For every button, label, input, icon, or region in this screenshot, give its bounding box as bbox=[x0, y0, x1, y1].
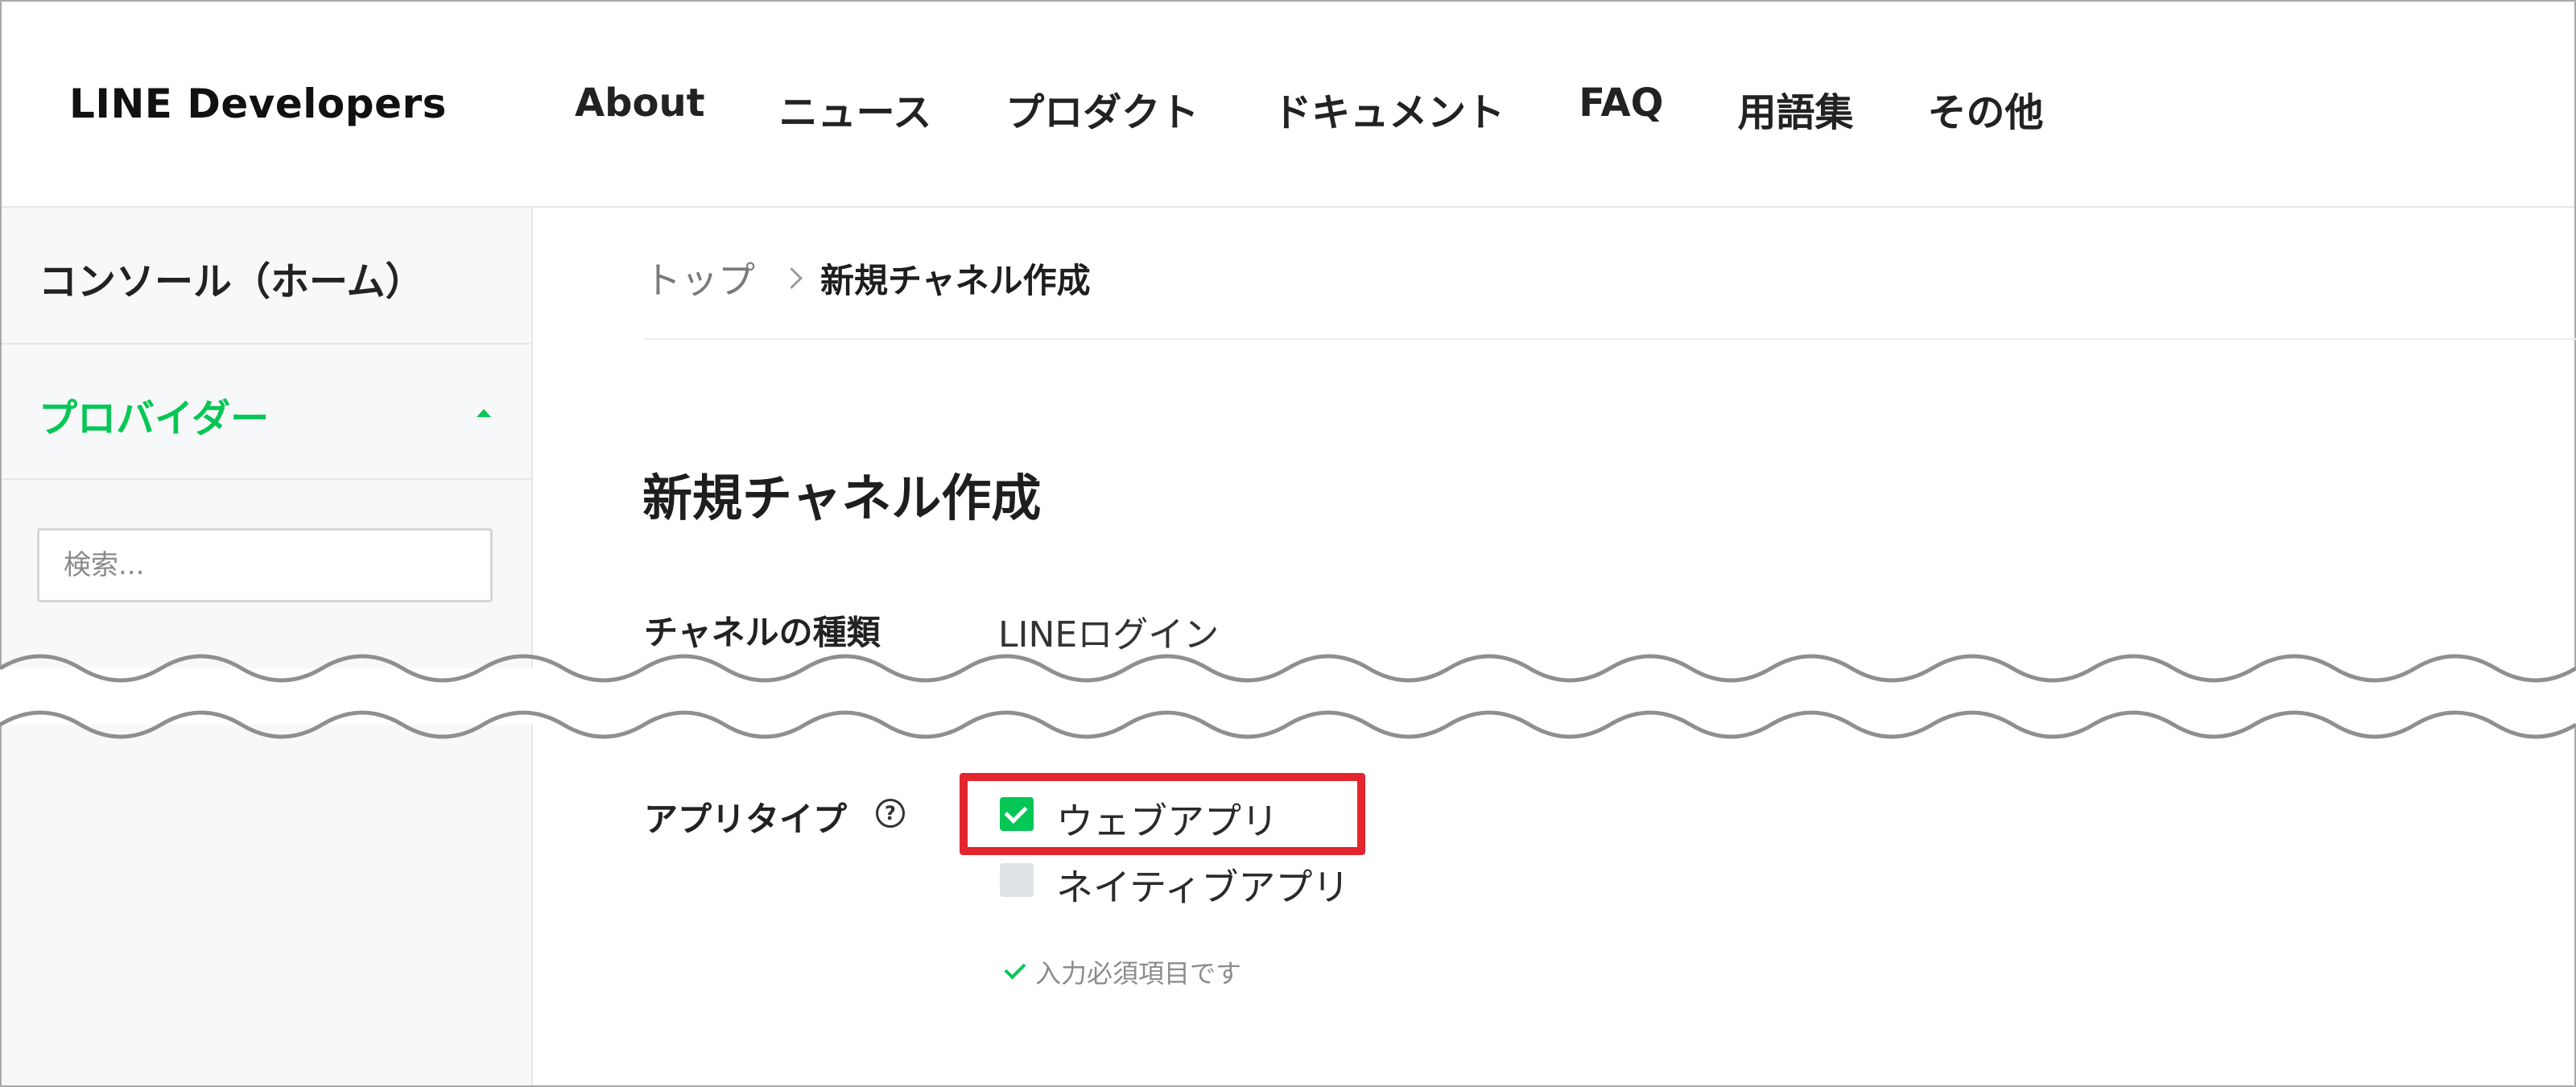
native-app-option-label[interactable]: ネイティブアプリ bbox=[1056, 858, 1349, 911]
web-app-checkbox[interactable] bbox=[1000, 797, 1034, 831]
nav-documents[interactable]: ドキュメント bbox=[1273, 81, 1505, 137]
wavy-cut-divider bbox=[0, 654, 2576, 739]
required-note-text: 入力必須項目です bbox=[1035, 958, 1242, 989]
sidebar-item-provider[interactable]: プロバイダー bbox=[2, 345, 531, 480]
top-header: LINE Developers About ニュース プロダクト ドキュメント … bbox=[2, 2, 2574, 208]
chevron-right-icon bbox=[781, 267, 803, 289]
breadcrumb: トップ 新規チャネル作成 bbox=[644, 251, 1091, 304]
page-title: 新規チャネル作成 bbox=[642, 469, 1042, 527]
sidebar-search-input[interactable] bbox=[37, 528, 493, 602]
breadcrumb-top-link[interactable]: トップ bbox=[644, 251, 755, 304]
nav-faq[interactable]: FAQ bbox=[1579, 81, 1663, 137]
nav-news[interactable]: ニュース bbox=[779, 81, 932, 137]
sidebar-item-console-home[interactable]: コンソール（ホーム） bbox=[2, 208, 531, 345]
sidebar-item-label: プロバイダー bbox=[39, 396, 270, 441]
sidebar-item-label: コンソール（ホーム） bbox=[39, 259, 424, 304]
nav-products[interactable]: プロダクト bbox=[1005, 81, 1199, 137]
required-note: 入力必須項目です bbox=[1003, 953, 1241, 990]
app-type-label: アプリタイプ bbox=[644, 800, 848, 839]
site-logo[interactable]: LINE Developers bbox=[69, 81, 447, 127]
nav-about[interactable]: About bbox=[575, 81, 705, 137]
check-icon bbox=[1004, 957, 1026, 980]
breadcrumb-divider bbox=[644, 338, 2576, 340]
native-app-checkbox[interactable] bbox=[1000, 863, 1034, 897]
main-nav: About ニュース プロダクト ドキュメント FAQ 用語集 その他 bbox=[575, 81, 2118, 137]
help-icon[interactable]: ? bbox=[876, 799, 905, 828]
nav-other[interactable]: その他 bbox=[1928, 81, 2044, 137]
breadcrumb-current: 新規チャネル作成 bbox=[820, 260, 1091, 300]
nav-glossary[interactable]: 用語集 bbox=[1737, 81, 1853, 137]
chevron-up-icon bbox=[477, 409, 491, 417]
web-app-option-label[interactable]: ウェブアプリ bbox=[1056, 792, 1278, 845]
